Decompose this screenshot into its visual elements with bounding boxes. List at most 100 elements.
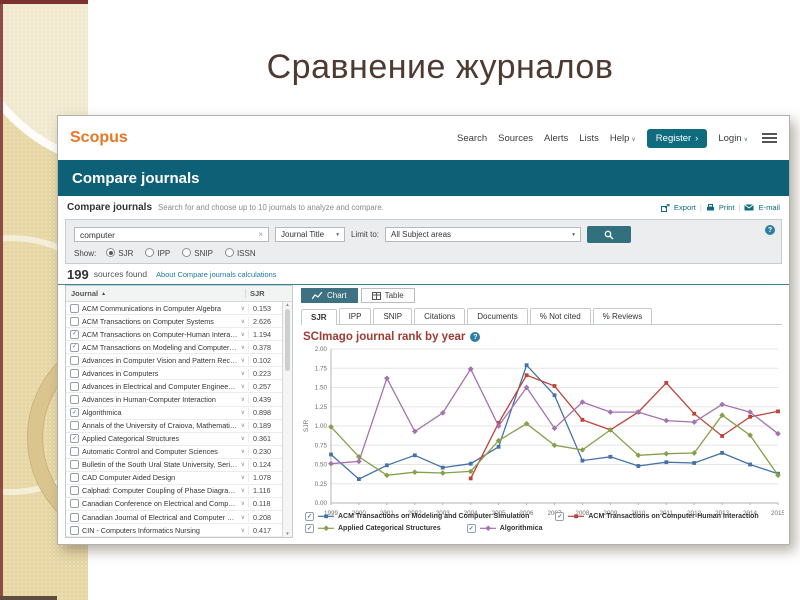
journal-checkbox[interactable] xyxy=(70,316,79,326)
export-link[interactable]: Export xyxy=(674,203,696,212)
chevron-down-icon[interactable]: ∨ xyxy=(241,487,245,494)
table-row[interactable]: Canadian Journal of Electrical and Compu… xyxy=(66,511,282,525)
nav-lists[interactable]: Lists xyxy=(579,133,599,144)
tab-documents[interactable]: Documents xyxy=(467,308,528,324)
table-row[interactable]: Automatic Control and Computer Sciences ∨… xyxy=(66,446,282,459)
journal-checkbox[interactable] xyxy=(70,381,79,391)
field-select[interactable]: Journal Title ▾ xyxy=(275,227,345,242)
journal-checkbox[interactable] xyxy=(70,303,79,313)
legend-checkbox[interactable]: ✓ xyxy=(555,512,565,521)
table-row[interactable]: CIN - Computers Informatics Nursing ∨ 0.41… xyxy=(66,524,282,538)
table-view-toggle[interactable]: Table xyxy=(360,288,415,303)
journal-checkbox[interactable]: ✓ xyxy=(70,408,79,418)
table-row[interactable]: Annals of the University of Craiova, Mat… xyxy=(66,420,282,433)
table-row[interactable]: Bulletin of the South Ural State Univers… xyxy=(66,459,282,472)
tab-sjr[interactable]: SJR xyxy=(301,309,337,325)
chevron-down-icon[interactable]: ∨ xyxy=(241,435,245,442)
help-icon[interactable]: ? xyxy=(470,332,481,342)
table-row[interactable]: Advances in Computer Vision and Pattern … xyxy=(66,354,282,368)
journal-checkbox[interactable]: ✓ xyxy=(70,434,79,444)
table-row[interactable]: ✓ ACM Transactions on Computer-Human Inte… xyxy=(66,328,282,342)
scopus-logo[interactable]: Scopus xyxy=(70,129,128,147)
chevron-down-icon[interactable]: ∨ xyxy=(241,318,245,325)
journal-checkbox[interactable]: ✓ xyxy=(70,342,79,352)
chevron-down-icon[interactable]: ∨ xyxy=(241,422,245,429)
table-row[interactable]: Advances in Electrical and Computer Engi… xyxy=(66,380,282,394)
legend-item[interactable]: ✓ ACM Transactions on Modeling and Comput… xyxy=(305,512,529,521)
scrollbar-thumb[interactable] xyxy=(285,309,290,371)
scroll-down-icon[interactable]: ▼ xyxy=(285,531,289,537)
chevron-down-icon[interactable]: ∨ xyxy=(241,514,245,521)
table-row[interactable]: Advances in Computers ∨ 0.223 xyxy=(66,367,282,381)
journal-column-header[interactable]: Journal ▲ xyxy=(66,289,245,298)
email-link[interactable]: E-mail xyxy=(758,203,780,212)
journal-checkbox[interactable] xyxy=(70,473,79,483)
nav-sources[interactable]: Sources xyxy=(498,133,533,144)
clear-icon[interactable]: × xyxy=(258,230,263,239)
menu-icon[interactable] xyxy=(762,133,777,143)
sjr-column-header[interactable]: SJR xyxy=(245,289,283,298)
legend-checkbox[interactable]: ✓ xyxy=(305,524,314,533)
journal-checkbox[interactable] xyxy=(70,460,79,470)
nav-search[interactable]: Search xyxy=(457,133,487,144)
legend-checkbox[interactable]: ✓ xyxy=(466,524,476,533)
table-row[interactable]: CAD Computer Aided Design ∨ 1.078 xyxy=(66,472,282,485)
help-icon[interactable]: ? xyxy=(765,225,775,235)
journal-checkbox[interactable] xyxy=(70,499,79,509)
legend-item[interactable]: ✓ ACM Transactions on Computer-Human Inte… xyxy=(555,512,759,521)
chevron-down-icon[interactable]: ∨ xyxy=(241,527,245,534)
chevron-down-icon[interactable]: ∨ xyxy=(241,396,245,403)
table-row[interactable]: ✓ Applied Categorical Structures ∨ 0.361 xyxy=(66,433,282,446)
journal-checkbox[interactable]: ✓ xyxy=(70,329,79,339)
chevron-down-icon[interactable]: ∨ xyxy=(241,448,245,455)
scroll-up-icon[interactable]: ▲ xyxy=(285,302,289,308)
journal-checkbox[interactable] xyxy=(70,421,79,431)
legend-checkbox[interactable]: ✓ xyxy=(305,512,314,521)
table-row[interactable]: ACM Transactions on Computer Systems ∨ 2.6… xyxy=(66,315,282,329)
print-link[interactable]: Print xyxy=(719,203,735,212)
nav-login[interactable]: Login ∨ xyxy=(718,133,748,144)
journal-checkbox[interactable] xyxy=(70,525,79,535)
table-row[interactable]: Canadian Conference on Electrical and Co… xyxy=(66,498,282,511)
metric-radio-snip[interactable]: SNIP xyxy=(182,248,213,258)
chevron-down-icon[interactable]: ∨ xyxy=(241,474,245,481)
chevron-down-icon[interactable]: ∨ xyxy=(241,344,245,351)
chevron-down-icon[interactable]: ∨ xyxy=(241,500,245,507)
journal-checkbox[interactable] xyxy=(70,512,79,522)
tab--not-cited[interactable]: % Not cited xyxy=(529,308,591,324)
table-row[interactable]: ACM Communications in Computer Algebra ∨ 0… xyxy=(66,302,282,316)
journal-checkbox[interactable] xyxy=(70,486,79,496)
search-input[interactable]: computer × xyxy=(74,227,269,242)
register-button[interactable]: Register › xyxy=(646,128,708,148)
metric-radio-issn[interactable]: ISSN xyxy=(224,248,256,258)
nav-alerts[interactable]: Alerts xyxy=(544,133,568,144)
search-button[interactable] xyxy=(587,226,632,243)
chevron-down-icon[interactable]: ∨ xyxy=(241,331,245,338)
tab--reviews[interactable]: % Reviews xyxy=(592,308,653,324)
table-row[interactable]: ✓ ACM Transactions on Modeling and Comput… xyxy=(66,341,282,355)
table-row[interactable]: Calphad: Computer Coupling of Phase Diag… xyxy=(66,485,282,498)
chevron-down-icon[interactable]: ∨ xyxy=(241,370,245,377)
journal-checkbox[interactable] xyxy=(70,355,79,365)
journal-checkbox[interactable] xyxy=(70,447,79,457)
tab-citations[interactable]: Citations xyxy=(414,308,466,324)
chart-view-toggle[interactable]: Chart xyxy=(301,288,358,303)
metric-radio-sjr[interactable]: SJR xyxy=(106,248,133,258)
nav-help[interactable]: Help ∨ xyxy=(610,133,636,144)
subject-select[interactable]: All Subject areas ▾ xyxy=(385,227,582,242)
calculations-link[interactable]: About Compare journals calculations xyxy=(156,270,276,279)
table-row[interactable]: ✓ Algorithmica ∨ 0.898 xyxy=(66,407,282,420)
chevron-down-icon[interactable]: ∨ xyxy=(241,383,245,390)
chevron-down-icon[interactable]: ∨ xyxy=(241,305,245,312)
tab-snip[interactable]: SNIP xyxy=(373,308,413,324)
legend-item[interactable]: ✓ Applied Categorical Structures xyxy=(305,524,441,533)
metric-radio-ipp[interactable]: IPP xyxy=(145,248,170,258)
table-row[interactable]: Advances in Human-Computer Interaction ∨ 0… xyxy=(66,393,282,407)
list-scrollbar[interactable]: ▲ ▼ xyxy=(282,302,292,537)
journal-checkbox[interactable] xyxy=(70,368,79,378)
chevron-down-icon[interactable]: ∨ xyxy=(241,357,245,364)
chevron-down-icon[interactable]: ∨ xyxy=(241,409,245,416)
chevron-down-icon[interactable]: ∨ xyxy=(241,461,245,468)
legend-item[interactable]: ✓ Algorithmica xyxy=(466,524,543,533)
journal-checkbox[interactable] xyxy=(70,394,79,404)
